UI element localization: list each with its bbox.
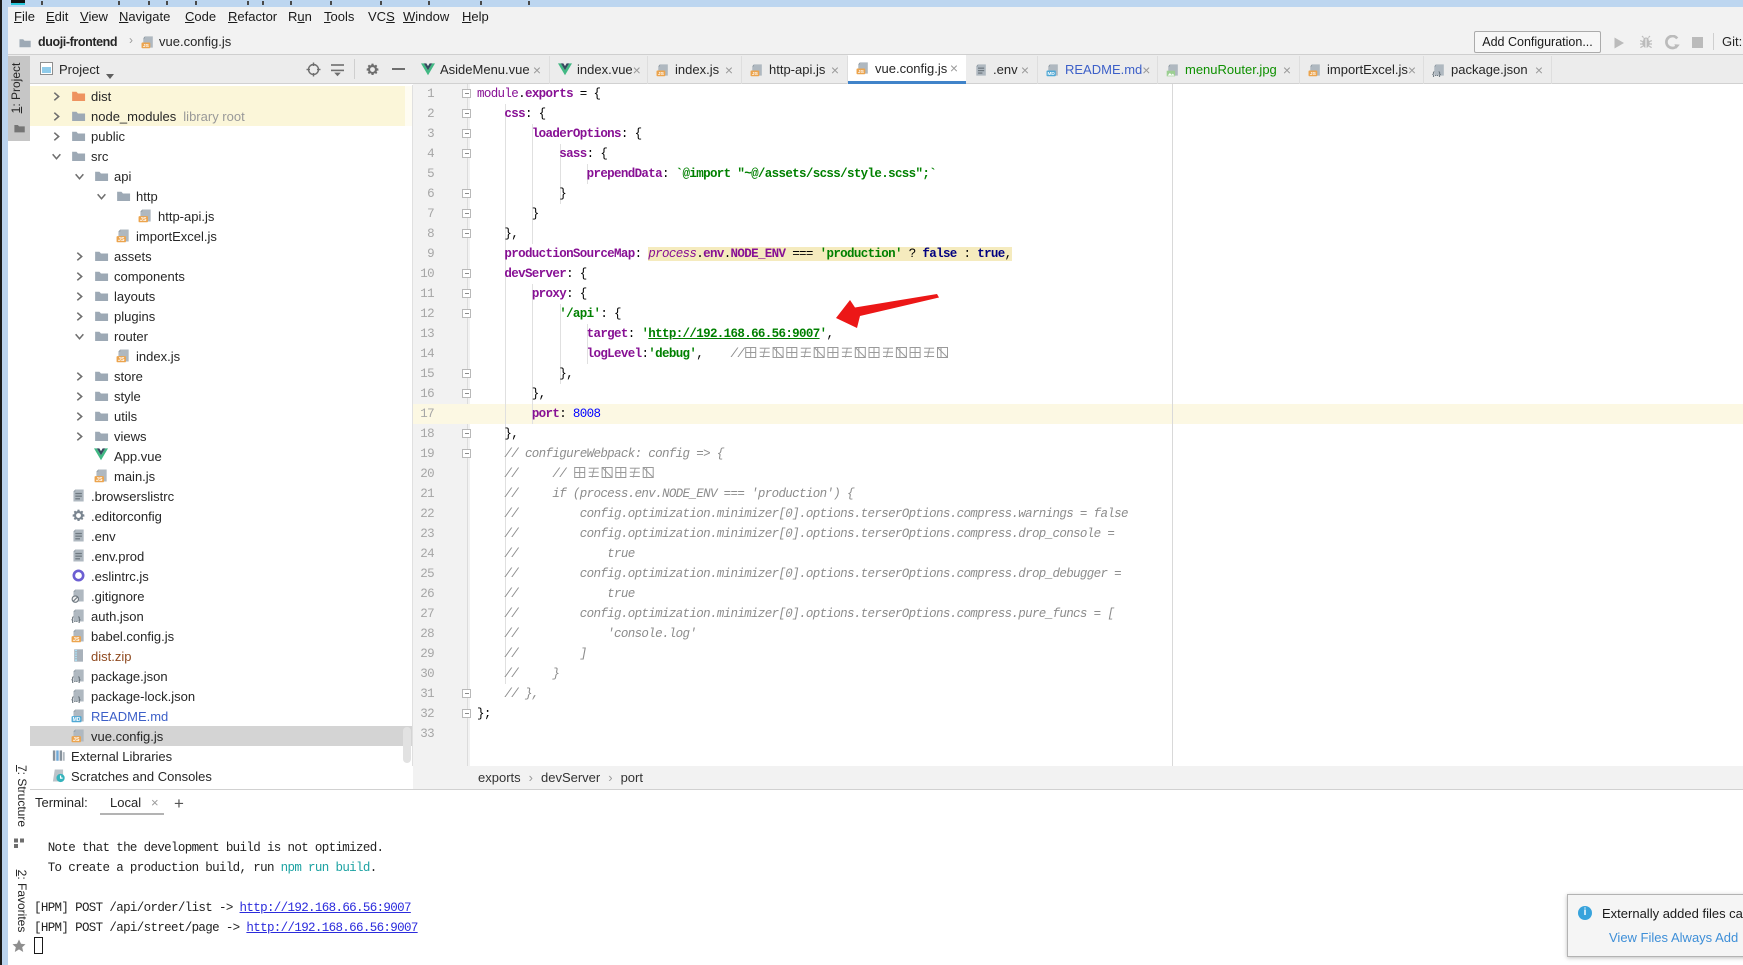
svg-text:JS: JS — [96, 477, 103, 483]
svg-text:JS: JS — [140, 217, 147, 223]
svg-text:{..}: {..} — [71, 677, 81, 683]
svg-text:JS: JS — [118, 357, 125, 363]
svg-text:JS: JS — [1310, 71, 1317, 77]
svg-text:JS: JS — [752, 71, 759, 77]
svg-text:{..}: {..} — [1432, 71, 1441, 77]
svg-text:JS: JS — [73, 737, 80, 743]
svg-text:JS: JS — [143, 43, 150, 49]
svg-text:JS: JS — [658, 71, 665, 77]
svg-text:JS: JS — [858, 69, 865, 75]
svg-text:{..}: {..} — [71, 617, 81, 623]
svg-text:MD: MD — [73, 717, 81, 723]
svg-text:JS: JS — [73, 637, 80, 643]
svg-text:{..}: {..} — [71, 697, 81, 703]
svg-text:MD: MD — [1047, 71, 1055, 77]
svg-text:JS: JS — [118, 237, 125, 243]
